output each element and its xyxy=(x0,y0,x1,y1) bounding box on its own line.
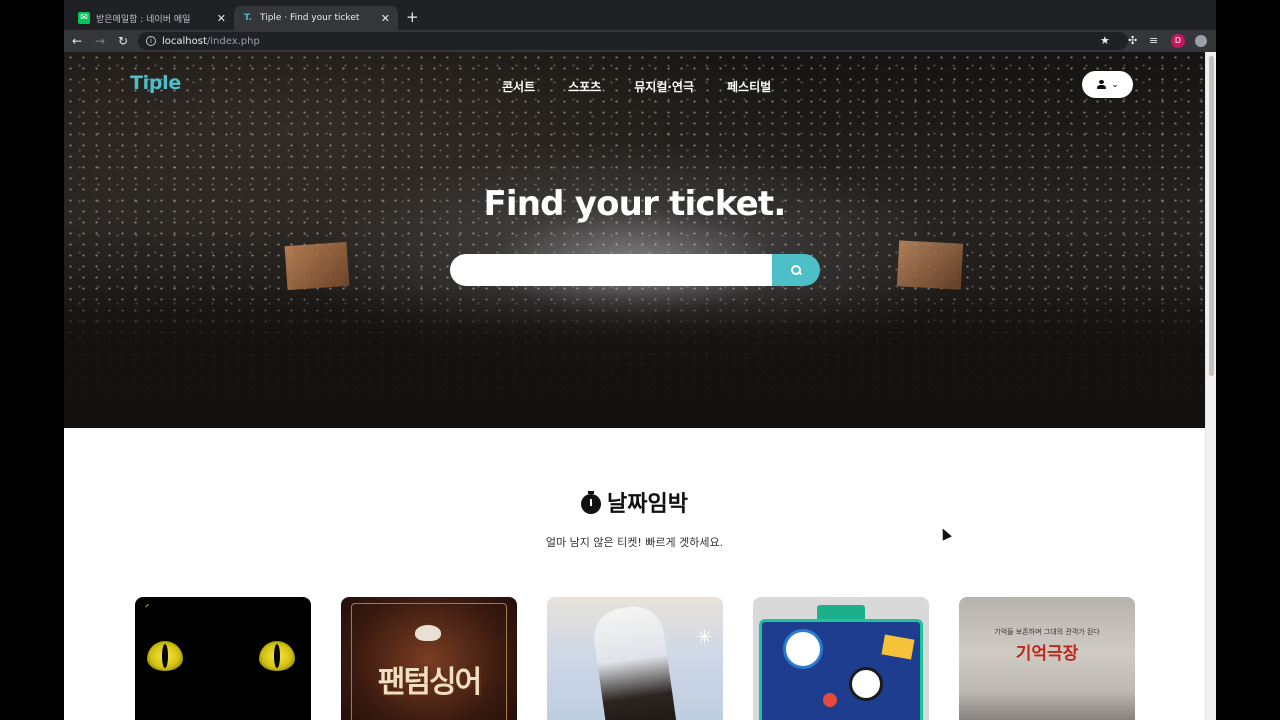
poster-title: 팬텀싱어 xyxy=(377,665,482,700)
update-icon[interactable] xyxy=(1195,35,1207,47)
web-page: Tiple 콘서트 스포츠 뮤지컬·연극 페스티벌 ⌄ Find your ti… xyxy=(64,52,1205,720)
stage-screen-right xyxy=(896,240,964,290)
nav-item-musical[interactable]: 뮤지컬·연극 xyxy=(634,78,694,95)
browser-window: ✉ 받은메일함 : 네이버 메일 ✕ T. Tiple · Find your … xyxy=(64,0,1216,720)
festival-badge xyxy=(783,629,823,669)
close-icon[interactable]: ✕ xyxy=(217,12,226,25)
user-menu-button[interactable]: ⌄ xyxy=(1082,71,1133,98)
ticket-card-phantom-singer[interactable]: 팬텀싱어 xyxy=(341,597,517,720)
extensions-icon[interactable]: ✣ xyxy=(1128,34,1137,48)
forward-arrow-icon[interactable]: → xyxy=(95,33,105,49)
site-logo[interactable]: Tiple xyxy=(130,72,181,94)
nav-item-sports[interactable]: 스포츠 xyxy=(568,78,601,95)
poster-logo-mark: ᐟ xyxy=(145,603,150,614)
search-form xyxy=(450,254,820,286)
profile-avatar[interactable]: D xyxy=(1171,34,1185,48)
search-icon xyxy=(790,264,802,276)
poster-title: 기억극장 xyxy=(1015,644,1079,664)
address-bar[interactable]: i localhost/index.php xyxy=(138,32,1128,50)
cat-eye-left xyxy=(147,641,183,671)
hero-title: Find your ticket. xyxy=(483,184,787,224)
nav-item-concert[interactable]: 콘서트 xyxy=(502,78,535,95)
search-input[interactable] xyxy=(450,254,772,286)
ticket-card-grand-mint-festival[interactable] xyxy=(753,597,929,720)
stopwatch-icon xyxy=(581,491,602,514)
url-host: localhost xyxy=(162,35,207,47)
naver-mail-icon: ✉ xyxy=(78,12,90,24)
media-control-icon[interactable]: ≡ xyxy=(1149,34,1158,48)
chevron-down-icon: ⌄ xyxy=(1111,80,1119,89)
scrollbar-thumb[interactable] xyxy=(1209,56,1214,376)
section-subtitle: 얼마 남지 않은 티켓! 빠르게 겟하세요. xyxy=(545,536,724,549)
cat-eye-right xyxy=(259,641,295,671)
url-path: /index.php xyxy=(206,35,260,47)
tab-naver-mail[interactable]: ✉ 받은메일함 : 네이버 메일 ✕ xyxy=(70,6,234,30)
tab-title: Tiple · Find your ticket xyxy=(260,13,360,23)
page-scrollbar[interactable] xyxy=(1205,52,1216,720)
hero-banner: Tiple 콘서트 스포츠 뮤지컬·연극 페스티벌 ⌄ Find your ti… xyxy=(64,52,1205,428)
stage-screen-left xyxy=(284,241,350,291)
ticket-card-cats[interactable]: ᐟ xyxy=(135,597,311,720)
poster-landscape xyxy=(959,691,1135,720)
back-arrow-icon[interactable]: ← xyxy=(72,33,82,49)
section-heading: 날짜임박 xyxy=(64,486,1205,518)
mask-icon xyxy=(415,625,441,641)
close-icon[interactable]: ✕ xyxy=(381,12,390,25)
search-button[interactable] xyxy=(772,254,820,286)
luggage-tag xyxy=(817,605,865,619)
browser-toolbar: ← → ↻ i localhost/index.php ★ ✣ ≡ D xyxy=(64,30,1216,52)
tiple-favicon: T. xyxy=(243,13,253,23)
poster-caption: 기억들 보존하며 그대의 관객가 된다 xyxy=(994,628,1100,636)
info-icon[interactable]: i xyxy=(146,36,156,46)
sparkle-icon: ✳ xyxy=(697,627,713,648)
nav-item-festival[interactable]: 페스티벌 xyxy=(727,78,771,95)
star-icon[interactable]: ★ xyxy=(1100,34,1110,48)
tab-tiple[interactable]: T. Tiple · Find your ticket ✕ xyxy=(234,6,398,30)
screen: ✉ 받은메일함 : 네이버 메일 ✕ T. Tiple · Find your … xyxy=(0,0,1280,720)
ticket-card-album[interactable]: ✳ xyxy=(547,597,723,720)
astronaut-illustration xyxy=(849,667,883,701)
main-nav: 콘서트 스포츠 뮤지컬·연극 페스티벌 xyxy=(502,78,804,95)
crowd-silhouette xyxy=(64,288,1205,428)
tab-title: 받은메일함 : 네이버 메일 xyxy=(96,14,191,25)
user-icon xyxy=(1096,80,1106,89)
poster-board xyxy=(759,619,923,720)
poster-figure xyxy=(590,602,678,720)
planet-illustration xyxy=(823,693,837,707)
ticket-card-memory-theater[interactable]: 기억들 보존하며 그대의 관객가 된다 기억극장 xyxy=(959,597,1135,720)
reload-icon[interactable]: ↻ xyxy=(118,33,128,49)
tab-bar: ✉ 받은메일함 : 네이버 메일 ✕ T. Tiple · Find your … xyxy=(64,0,1216,30)
new-tab-button[interactable]: + xyxy=(406,8,419,26)
section-title: 날짜임박 xyxy=(607,492,688,517)
